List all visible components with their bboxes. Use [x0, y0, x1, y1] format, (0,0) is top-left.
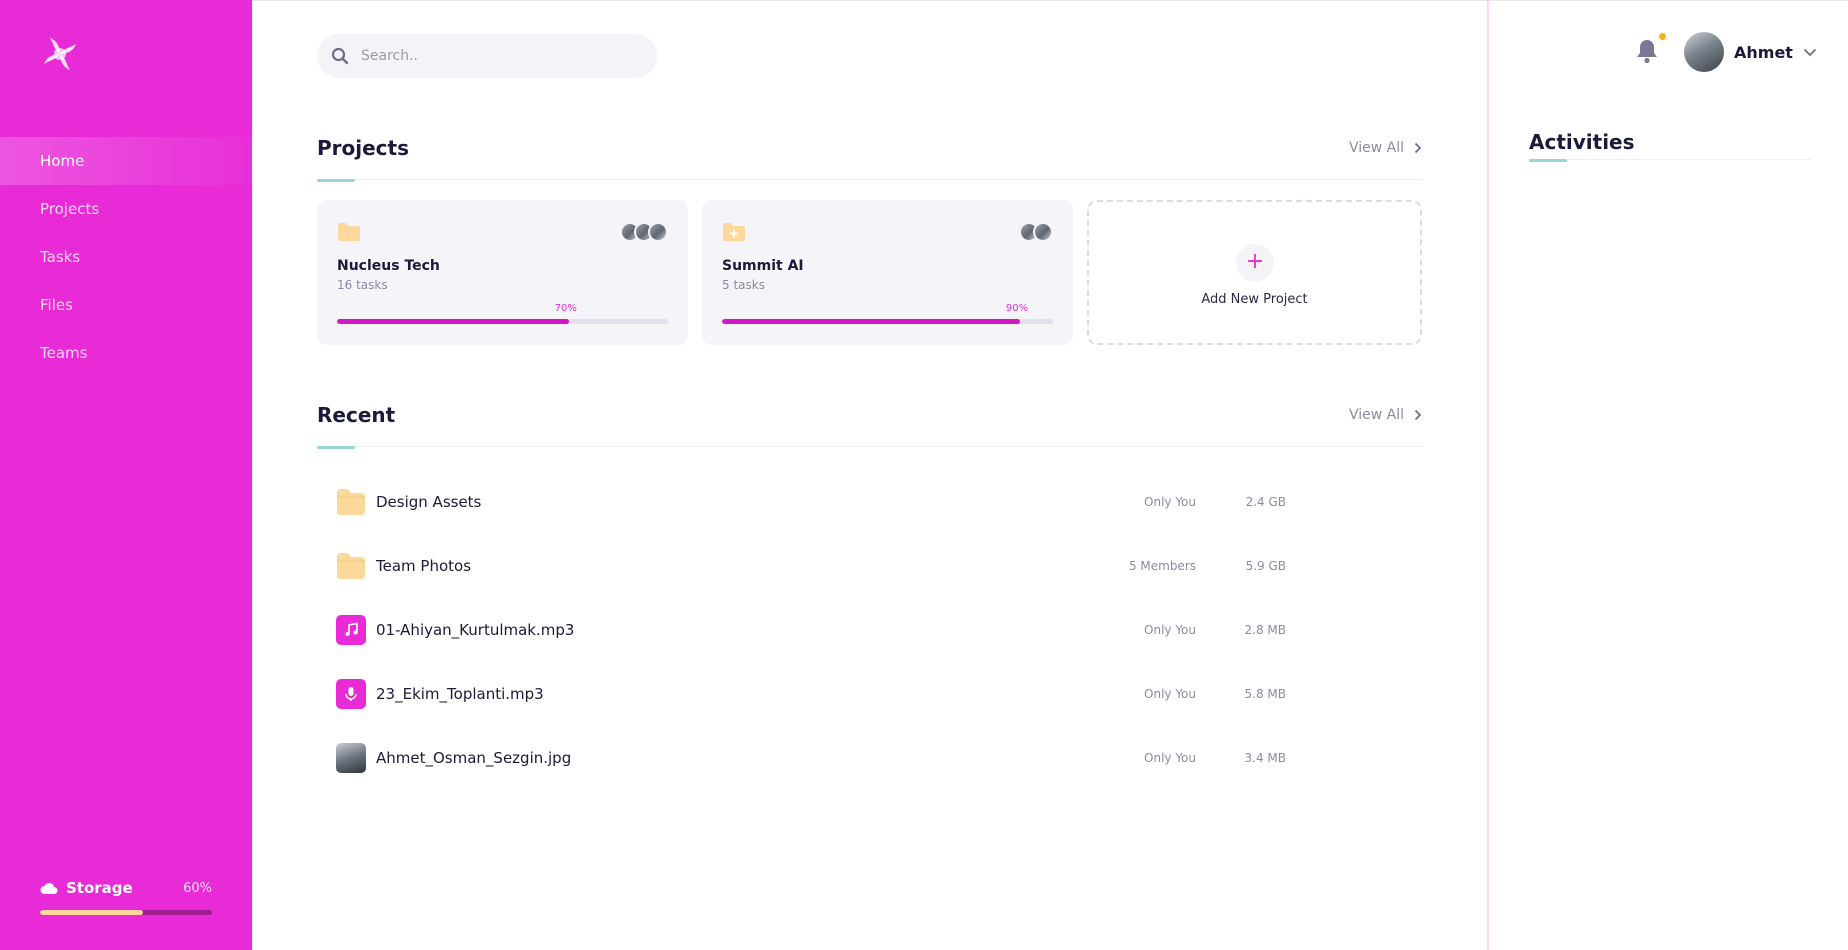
file-name: 01-Ahiyan_Kurtulmak.mp3 [376, 621, 575, 639]
storage-bar-fill [40, 910, 144, 915]
project-progress-label: 70% [554, 303, 577, 314]
user-name: Ahmet [1734, 42, 1793, 62]
project-cards: Nucleus Tech 16 tasks 70% Summit AI 5 ta… [317, 200, 1422, 345]
file-sharing: Only You [1144, 687, 1196, 701]
add-new-project-button[interactable]: + Add New Project [1087, 200, 1422, 345]
list-item[interactable]: 23_Ekim_Toplanti.mp3 Only You 5.8 MB [336, 662, 1336, 726]
member-avatar [1033, 222, 1053, 242]
folder-icon [338, 223, 360, 241]
project-members [620, 222, 668, 242]
project-task-count: 5 tasks [722, 278, 765, 292]
project-progress-bar [337, 319, 668, 324]
file-size: 2.8 MB [1244, 623, 1286, 637]
recent-title-underline [317, 446, 355, 449]
file-name: Ahmet_Osman_Sezgin.jpg [376, 749, 572, 767]
projects-header: Projects View All [317, 136, 1422, 182]
storage-label: Storage [66, 879, 133, 897]
notification-dot [1659, 33, 1666, 40]
search-input[interactable] [361, 48, 631, 64]
storage-percent: 60% [183, 880, 212, 896]
recent-files-list: Design Assets Only You 2.4 GB Team Photo… [336, 470, 1336, 790]
sidebar-item-home[interactable]: Home [0, 137, 252, 185]
projects-title-underline [317, 179, 355, 182]
file-size: 5.8 MB [1244, 687, 1286, 701]
activities-panel: Ahmet Activities [1487, 0, 1848, 950]
sidebar-nav: Home Projects Tasks Files Teams [0, 137, 252, 377]
file-sharing: Only You [1144, 623, 1196, 637]
project-members [1019, 222, 1053, 242]
projects-view-all-link[interactable]: View All [1349, 140, 1422, 156]
user-menu[interactable]: Ahmet [1684, 32, 1817, 72]
file-size: 2.4 GB [1245, 495, 1286, 509]
bell-icon[interactable] [1635, 38, 1659, 64]
image-thumbnail [336, 743, 366, 773]
folder-plus-icon [723, 223, 745, 241]
recent-title: Recent [317, 403, 396, 427]
search-box[interactable] [317, 34, 657, 78]
storage-bar [40, 910, 212, 915]
recent-view-all-label: View All [1348, 407, 1404, 423]
storage-widget: Storage 60% [40, 878, 212, 915]
list-item[interactable]: 01-Ahiyan_Kurtulmak.mp3 Only You 2.8 MB [336, 598, 1336, 662]
projects-view-all-label: View All [1348, 140, 1404, 156]
search-icon [331, 47, 349, 65]
activities-title: Activities [1529, 130, 1635, 154]
project-progress-label: 90% [1005, 303, 1029, 314]
microphone-icon [336, 679, 366, 709]
recent-view-all-link[interactable]: View All [1349, 407, 1422, 423]
project-task-count: 16 tasks [337, 278, 388, 292]
chevron-right-icon [1414, 409, 1422, 421]
file-name: 23_Ekim_Toplanti.mp3 [376, 685, 544, 703]
file-size: 3.4 MB [1244, 751, 1286, 765]
project-name: Nucleus Tech [337, 258, 440, 274]
file-sharing: Only You [1144, 495, 1196, 509]
project-progress-fill [722, 319, 1020, 324]
project-progress-fill [337, 319, 569, 324]
list-item[interactable]: Design Assets Only You 2.4 GB [336, 470, 1336, 534]
recent-header: Recent View All [317, 403, 1422, 449]
list-item[interactable]: Team Photos 5 Members 5.9 GB [336, 534, 1336, 598]
avatar [1684, 32, 1724, 72]
project-card-summit-ai[interactable]: Summit AI 5 tasks 90% [702, 200, 1073, 345]
list-item[interactable]: Ahmet_Osman_Sezgin.jpg Only You 3.4 MB [336, 726, 1336, 790]
cloud-icon [40, 882, 58, 894]
activities-title-underline [1529, 159, 1567, 162]
file-sharing: 5 Members [1128, 559, 1196, 573]
project-progress-bar [722, 319, 1053, 324]
projects-title: Projects [317, 136, 410, 160]
pinwheel-logo-icon[interactable] [40, 34, 80, 74]
folder-icon [337, 489, 365, 515]
music-note-icon [336, 615, 366, 645]
folder-icon [337, 553, 365, 579]
project-card-nucleus-tech[interactable]: Nucleus Tech 16 tasks 70% [317, 200, 688, 345]
plus-icon: + [1236, 244, 1274, 282]
file-size: 5.9 GB [1245, 559, 1286, 573]
sidebar: Home Projects Tasks Files Teams Storage … [0, 0, 252, 950]
project-name: Summit AI [722, 258, 804, 274]
sidebar-item-files[interactable]: Files [0, 281, 252, 329]
chevron-right-icon [1414, 142, 1422, 154]
sidebar-item-projects[interactable]: Projects [0, 185, 252, 233]
file-name: Design Assets [376, 493, 482, 511]
file-sharing: Only You [1144, 751, 1196, 765]
sidebar-item-tasks[interactable]: Tasks [0, 233, 252, 281]
main-content: Projects View All Nucleus Tech 16 tasks … [252, 0, 1487, 950]
add-new-project-label: Add New Project [1201, 292, 1308, 307]
file-name: Team Photos [376, 557, 472, 575]
activities-header: Activities [1529, 130, 1811, 162]
sidebar-item-teams[interactable]: Teams [0, 329, 252, 377]
member-avatar [648, 222, 668, 242]
chevron-down-icon [1803, 48, 1817, 56]
